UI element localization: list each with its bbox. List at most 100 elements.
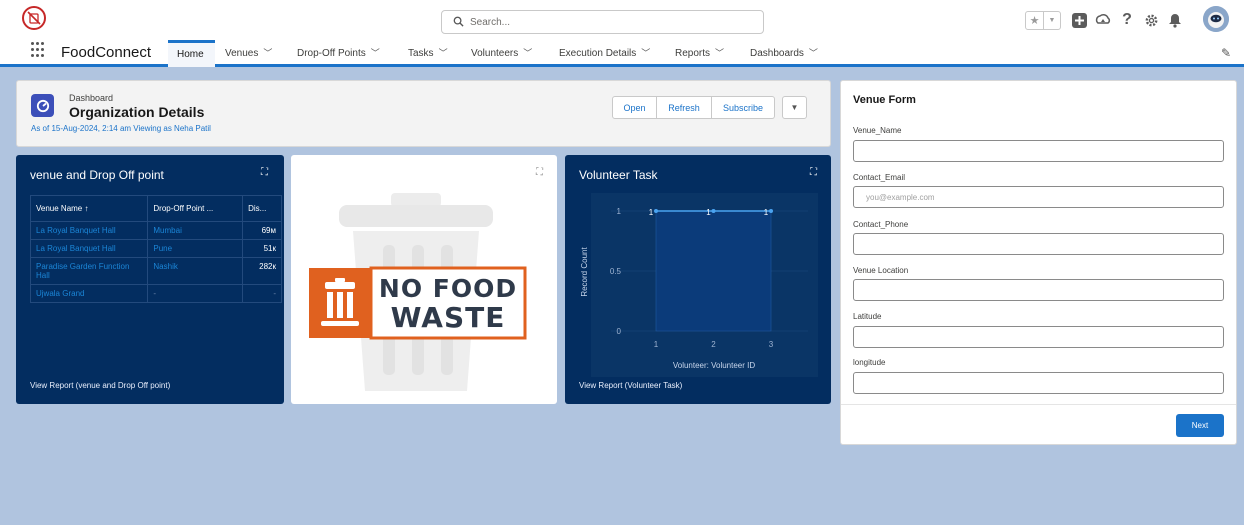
chart-data-label: 1 bbox=[764, 208, 769, 217]
venue-name-cell[interactable]: La Royal Banquet Hall bbox=[29, 239, 149, 258]
chart-data-label: 1 bbox=[649, 208, 654, 217]
column-header-drop-off-point[interactable]: Drop-Off Point ... bbox=[147, 195, 244, 222]
dashboard-meta: As of 15-Aug-2024, 2:14 am Viewing as Ne… bbox=[31, 124, 211, 133]
dashboard-header: Dashboard Organization Details As of 15-… bbox=[16, 80, 831, 147]
notifications-bell-icon[interactable] bbox=[1167, 12, 1183, 28]
column-header-venue-name[interactable]: Venue Name ↑ bbox=[29, 195, 149, 222]
no-food-waste-line2: WASTE bbox=[390, 301, 506, 334]
view-report-link[interactable]: View Report (Volunteer Task) bbox=[579, 381, 682, 390]
table-row: Ujwala Grand - - bbox=[29, 284, 282, 303]
form-title: Venue Form bbox=[853, 94, 916, 106]
app-launcher-icon[interactable] bbox=[31, 42, 47, 58]
search-input[interactable] bbox=[470, 14, 750, 30]
venue-dropoff-widget: venue and Drop Off point ⛶ Venue Name ↑ … bbox=[16, 155, 284, 404]
nav-item-label: Reports bbox=[675, 48, 711, 59]
drop-off-point-cell[interactable]: Pune bbox=[147, 239, 244, 258]
header-utility-icons: ★ ▼ ? bbox=[1025, 8, 1191, 32]
chart-data-point bbox=[769, 209, 773, 213]
nav-item-tasks[interactable]: Tasks ﹀ bbox=[408, 46, 448, 59]
app-name: FoodConnect bbox=[61, 44, 152, 61]
open-button[interactable]: Open bbox=[612, 96, 657, 119]
nav-item-label: Drop-Off Points bbox=[297, 48, 366, 59]
subscribe-button[interactable]: Subscribe bbox=[712, 96, 775, 119]
dashboard-actions: Open Refresh Subscribe ▼ bbox=[612, 96, 807, 119]
astro-avatar-icon bbox=[1203, 6, 1229, 32]
app-nav-bar: FoodConnect Home Venues ﹀ Drop-Off Points… bbox=[0, 40, 1244, 67]
chart-y-tick-label: 0 bbox=[617, 327, 622, 336]
chart-data-label: 1 bbox=[706, 208, 711, 217]
distance-cell: 69м bbox=[242, 221, 282, 240]
venue-location-field[interactable] bbox=[853, 279, 1224, 301]
foodconnect-logo[interactable] bbox=[22, 6, 46, 30]
nav-item-reports[interactable]: Reports ﹀ bbox=[675, 46, 724, 59]
chart-x-axis-label: Volunteer: Volunteer ID bbox=[673, 361, 756, 370]
drop-off-point-cell[interactable]: Nashik bbox=[147, 257, 244, 285]
venue-name-field[interactable] bbox=[853, 140, 1224, 162]
setup-gear-icon[interactable] bbox=[1143, 12, 1159, 28]
chevron-down-icon: ▼ bbox=[790, 103, 799, 112]
venue-name-cell[interactable]: Ujwala Grand bbox=[29, 284, 149, 303]
chart-y-tick-label: 0.5 bbox=[610, 267, 622, 276]
nav-item-home[interactable]: Home bbox=[168, 40, 215, 67]
table-row: La Royal Banquet Hall Mumbai 69м bbox=[29, 221, 282, 240]
chart-data-point bbox=[654, 209, 658, 213]
table-row: La Royal Banquet Hall Pune 51к bbox=[29, 239, 282, 258]
latitude-field[interactable] bbox=[853, 326, 1224, 348]
global-search[interactable] bbox=[441, 10, 764, 34]
latitude-label: Latitude bbox=[853, 312, 882, 321]
form-divider bbox=[841, 404, 1236, 405]
nav-item-drop-off-points[interactable]: Drop-Off Points ﹀ bbox=[297, 46, 380, 59]
nav-item-label: Volunteers bbox=[471, 48, 519, 59]
venue-form-panel: Venue Form Venue_Name Contact_Email Cont… bbox=[840, 80, 1237, 445]
dashboard-kicker: Dashboard bbox=[69, 93, 114, 103]
drop-off-point-cell[interactable]: Mumbai bbox=[147, 221, 244, 240]
nav-item-execution-details[interactable]: Execution Details ﹀ bbox=[559, 46, 650, 59]
trailhead-icon[interactable] bbox=[1095, 12, 1111, 28]
edit-nav-pencil-icon[interactable]: ✎ bbox=[1221, 46, 1231, 60]
favorites-dropdown-icon[interactable]: ▼ bbox=[1043, 11, 1060, 29]
chart-x-tick-label: 1 bbox=[654, 340, 659, 349]
nav-item-volunteers[interactable]: Volunteers ﹀ bbox=[471, 46, 532, 59]
widget-title: venue and Drop Off point bbox=[30, 168, 164, 182]
help-icon[interactable]: ? bbox=[1119, 11, 1135, 28]
nav-item-label: Venues bbox=[225, 48, 259, 59]
dashboard-title: Organization Details bbox=[69, 104, 205, 120]
chevron-down-icon[interactable]: ﹀ bbox=[809, 48, 818, 58]
contact-email-field[interactable] bbox=[853, 186, 1224, 208]
chart-y-axis-label: Record Count bbox=[580, 247, 589, 297]
longitude-field[interactable] bbox=[853, 372, 1224, 394]
nav-item-dashboards[interactable]: Dashboards ﹀ bbox=[750, 46, 818, 59]
venue-dropoff-table: Venue Name ↑ Drop-Off Point ... Dis... L… bbox=[29, 195, 282, 303]
favorites-star-icon[interactable]: ★ bbox=[1026, 12, 1043, 29]
venue-name-cell[interactable]: Paradise Garden Function Hall bbox=[29, 257, 149, 285]
chevron-down-icon[interactable]: ﹀ bbox=[371, 48, 380, 58]
column-header-distance[interactable]: Dis... bbox=[242, 195, 282, 222]
longitude-label: longitude bbox=[853, 358, 886, 367]
global-header: ★ ▼ ? bbox=[0, 0, 1244, 40]
no-food-waste-widget: ⛶ NO FOOD WASTE bbox=[291, 155, 557, 404]
venue-location-label: Venue Location bbox=[853, 266, 909, 275]
chevron-down-icon[interactable]: ﹀ bbox=[439, 48, 448, 58]
view-report-link[interactable]: View Report (venue and Drop Off point) bbox=[30, 381, 170, 390]
table-header-row: Venue Name ↑ Drop-Off Point ... Dis... bbox=[29, 195, 282, 222]
nav-item-label: Home bbox=[177, 49, 204, 60]
nav-item-venues[interactable]: Venues ﹀ bbox=[225, 46, 272, 59]
chevron-down-icon[interactable]: ﹀ bbox=[715, 48, 724, 58]
venue-name-label: Venue_Name bbox=[853, 126, 902, 135]
add-icon[interactable] bbox=[1071, 12, 1087, 28]
more-actions-button[interactable]: ▼ bbox=[782, 96, 807, 119]
chevron-down-icon[interactable]: ﹀ bbox=[523, 48, 532, 58]
venue-name-cell[interactable]: La Royal Banquet Hall bbox=[29, 221, 149, 240]
refresh-button[interactable]: Refresh bbox=[657, 96, 712, 119]
dashboard-icon bbox=[31, 94, 54, 117]
contact-phone-label: Contact_Phone bbox=[853, 220, 909, 229]
chevron-down-icon[interactable]: ﹀ bbox=[641, 48, 650, 58]
search-icon bbox=[453, 16, 464, 27]
next-button[interactable]: Next bbox=[1176, 414, 1224, 437]
favorites-group: ★ ▼ bbox=[1025, 10, 1061, 30]
chevron-down-icon[interactable]: ﹀ bbox=[263, 48, 272, 58]
contact-email-label: Contact_Email bbox=[853, 173, 906, 182]
contact-phone-field[interactable] bbox=[853, 233, 1224, 255]
user-avatar[interactable] bbox=[1203, 6, 1229, 32]
expand-icon[interactable]: ⛶ bbox=[261, 167, 268, 178]
